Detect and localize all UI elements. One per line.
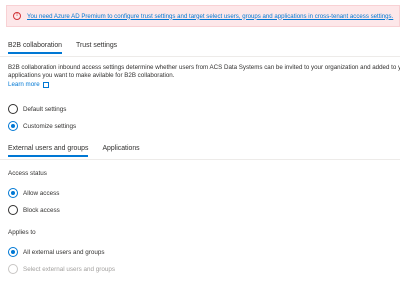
radio-label: Block access (23, 206, 60, 214)
description-line-1: B2B collaboration inbound access setting… (8, 64, 400, 71)
radio-label: All external users and groups (23, 248, 105, 256)
radio-circle-disabled (8, 264, 18, 274)
radio-label: Customize settings (23, 122, 77, 130)
access-status-label: Access status (8, 170, 47, 177)
learn-more-link[interactable]: Learn more (8, 81, 49, 88)
radio-block-access[interactable]: Block access (8, 205, 60, 215)
premium-banner-link[interactable]: You need Azure AD Premium to configure t… (27, 13, 393, 20)
radio-circle-checked[interactable] (8, 121, 18, 131)
radio-select-external-users: Select external users and groups (8, 264, 115, 274)
main-tabs-divider (0, 56, 400, 57)
radio-circle-checked[interactable] (8, 188, 18, 198)
radio-label: Select external users and groups (23, 265, 116, 273)
radio-circle[interactable] (8, 104, 18, 114)
radio-circle[interactable] (8, 205, 18, 215)
tab-applications[interactable]: Applications (102, 145, 139, 157)
tab-external-users-and-groups[interactable]: External users and groups (8, 145, 89, 157)
sub-tabs: External users and groups Applications (8, 145, 154, 157)
premium-warning-banner: ! You need Azure AD Premium to configure… (6, 5, 400, 27)
radio-default-settings[interactable]: Default settings (8, 104, 66, 114)
radio-allow-access[interactable]: Allow access (8, 188, 59, 198)
info-icon: ! (13, 12, 21, 20)
radio-circle-checked[interactable] (8, 247, 18, 257)
radio-all-external-users[interactable]: All external users and groups (8, 247, 105, 257)
radio-label: Default settings (23, 105, 67, 113)
sub-tabs-divider (0, 159, 400, 160)
radio-customize-settings[interactable]: Customize settings (8, 121, 76, 131)
tab-b2b-collaboration[interactable]: B2B collaboration (8, 42, 63, 54)
applies-to-label: Applies to (8, 229, 36, 236)
learn-more-label: Learn more (8, 81, 40, 88)
external-link-icon (42, 81, 49, 88)
description-line-2: applications you want to make avilable f… (8, 72, 175, 80)
b2b-description: B2B collaboration inbound access setting… (8, 64, 400, 81)
radio-label: Allow access (23, 189, 60, 197)
tab-trust-settings[interactable]: Trust settings (76, 42, 117, 54)
main-tabs: B2B collaboration Trust settings (8, 42, 131, 54)
